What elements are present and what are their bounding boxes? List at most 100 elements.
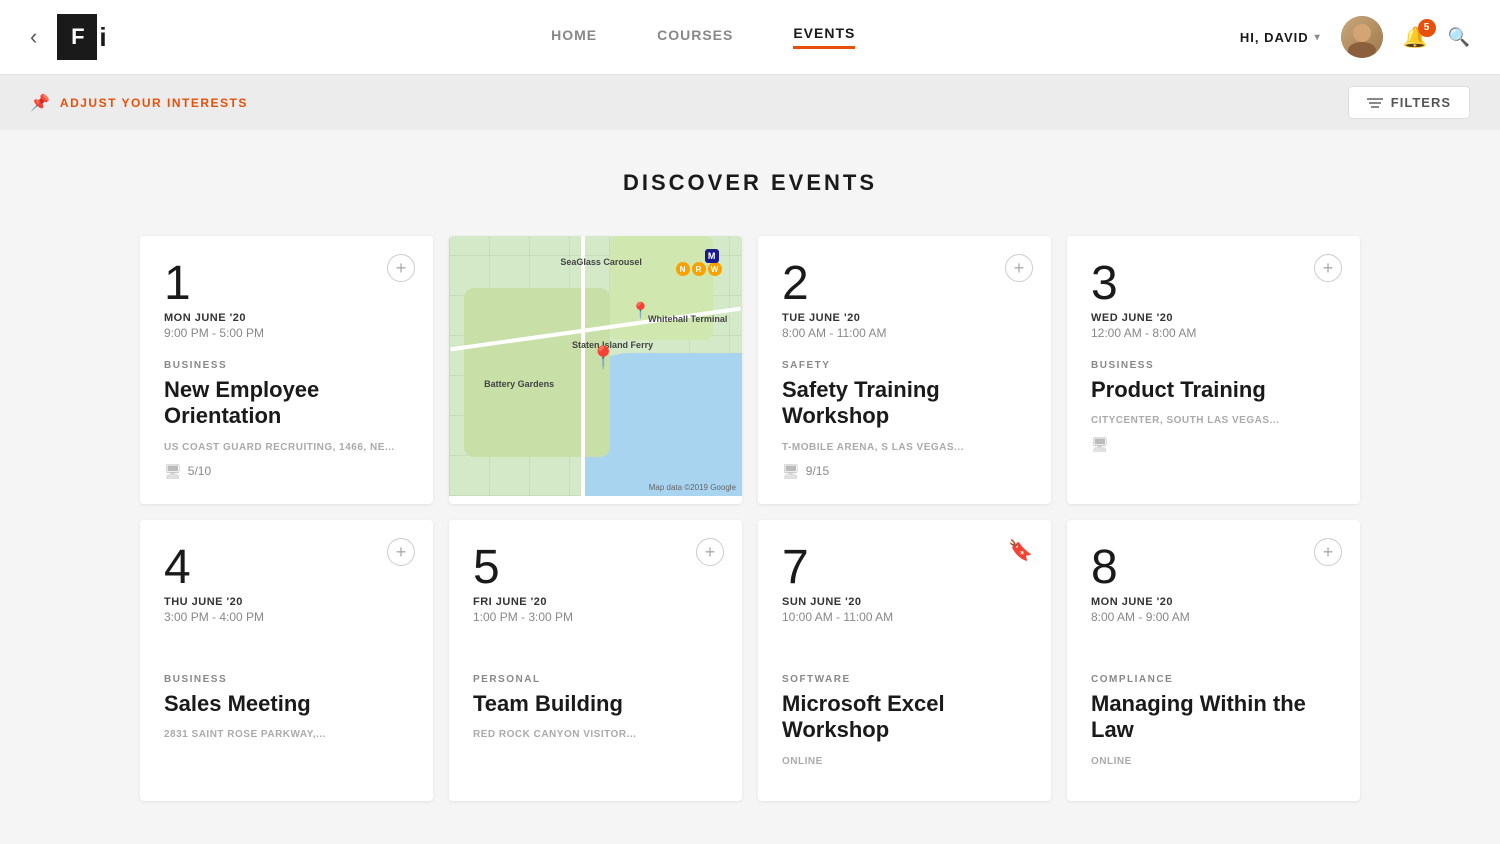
filters-button[interactable]: FILTERS xyxy=(1348,86,1470,119)
event-number-2: 2 xyxy=(782,260,1027,308)
event-location-1: US COAST GUARD RECRUITING, 1466, NE... xyxy=(164,442,409,453)
event-card-8[interactable]: + 8 MON JUNE '20 8:00 AM - 9:00 AM COMPL… xyxy=(1067,520,1360,801)
seats-icon-1: 🖥 xyxy=(164,463,182,480)
map-m-badge: M xyxy=(705,249,719,263)
notification-badge: 5 xyxy=(1418,19,1436,37)
event-number-4: 4 xyxy=(164,544,409,592)
event-category-3: BUSINESS xyxy=(1091,360,1336,371)
greeting-text: HI, DAVID xyxy=(1240,30,1309,45)
seats-icon-3: 🖥 xyxy=(1091,436,1109,453)
map-pin-blue: 📍 xyxy=(631,301,651,321)
map-label-carousel: SeaGlass Carousel xyxy=(560,257,642,267)
event-seats-3: 🖥 xyxy=(1091,436,1336,453)
event-title-5: Team Building xyxy=(473,691,718,717)
event-title-4: Sales Meeting xyxy=(164,691,409,717)
nav-events[interactable]: EVENTS xyxy=(793,25,855,49)
event-card-5[interactable]: + 5 FRI JUNE '20 1:00 PM - 3:00 PM PERSO… xyxy=(449,520,742,801)
header-right: HI, DAVID ▾ 🔔 5 🔍 xyxy=(1240,16,1470,58)
add-button-4[interactable]: + xyxy=(387,538,415,566)
event-location-8: ONLINE xyxy=(1091,756,1336,767)
event-category-7: SOFTWARE xyxy=(782,674,1027,685)
filter-lines-icon xyxy=(1367,98,1383,108)
event-location-5: RED ROCK CANYON VISITOR... xyxy=(473,729,718,740)
event-time-4: 3:00 PM - 4:00 PM xyxy=(164,610,409,624)
bookmark-button-7[interactable]: 🔖 xyxy=(1008,538,1033,563)
event-category-8: COMPLIANCE xyxy=(1091,674,1336,685)
event-title-3: Product Training xyxy=(1091,377,1336,403)
pin-icon: 📌 xyxy=(30,93,50,113)
map-transport-badges: N R W xyxy=(676,262,722,276)
event-map-card[interactable]: SeaGlass Carousel Staten Island Ferry Ba… xyxy=(449,236,742,504)
add-button-3[interactable]: + xyxy=(1314,254,1342,282)
event-number-1: 1 xyxy=(164,260,409,308)
event-date-2: TUE JUNE '20 xyxy=(782,312,1027,324)
logo-icon: F xyxy=(57,14,97,60)
main-content: DISCOVER EVENTS + 1 MON JUNE '20 9:00 PM… xyxy=(0,130,1500,841)
event-card-4[interactable]: + 4 THU JUNE '20 3:00 PM - 4:00 PM BUSIN… xyxy=(140,520,433,801)
events-grid: + 1 MON JUNE '20 9:00 PM - 5:00 PM BUSIN… xyxy=(140,236,1360,801)
adjust-interests-button[interactable]: 📌 ADJUST YOUR INTERESTS xyxy=(30,93,248,113)
event-category-2: SAFETY xyxy=(782,360,1027,371)
add-button-5[interactable]: + xyxy=(696,538,724,566)
event-location-7: ONLINE xyxy=(782,756,1027,767)
seats-icon-2: 🖥 xyxy=(782,463,800,480)
event-seats-2: 🖥 9/15 xyxy=(782,463,1027,480)
event-time-2: 8:00 AM - 11:00 AM xyxy=(782,326,1027,340)
event-title-8: Managing Within the Law xyxy=(1091,691,1336,744)
event-title-1: New Employee Orientation xyxy=(164,377,409,430)
search-icon[interactable]: 🔍 xyxy=(1448,27,1470,48)
avatar[interactable] xyxy=(1341,16,1383,58)
map-road-2 xyxy=(581,236,585,496)
event-time-5: 1:00 PM - 3:00 PM xyxy=(473,610,718,624)
event-time-7: 10:00 AM - 11:00 AM xyxy=(782,610,1027,624)
event-card-7[interactable]: 🔖 7 SUN JUNE '20 10:00 AM - 11:00 AM SOF… xyxy=(758,520,1051,801)
map-land-1 xyxy=(464,288,611,457)
badge-w: W xyxy=(708,262,722,276)
main-nav: HOME COURSES EVENTS xyxy=(167,25,1240,49)
chevron-down-icon: ▾ xyxy=(1315,32,1321,43)
event-category-4: BUSINESS xyxy=(164,674,409,685)
map-embed: SeaGlass Carousel Staten Island Ferry Ba… xyxy=(449,236,742,496)
event-location-3: CITYCENTER, SOUTH LAS VEGAS... xyxy=(1091,415,1336,426)
event-location-4: 2831 SAINT ROSE PARKWAY,... xyxy=(164,729,409,740)
back-button[interactable]: ‹ xyxy=(30,24,37,50)
event-number-5: 5 xyxy=(473,544,718,592)
event-category-5: PERSONAL xyxy=(473,674,718,685)
event-title-2: Safety Training Workshop xyxy=(782,377,1027,430)
event-date-7: SUN JUNE '20 xyxy=(782,596,1027,608)
nav-home[interactable]: HOME xyxy=(551,27,597,48)
add-button-2[interactable]: + xyxy=(1005,254,1033,282)
logo-suffix: i xyxy=(99,22,106,53)
event-card-2[interactable]: + 2 TUE JUNE '20 8:00 AM - 11:00 AM SAFE… xyxy=(758,236,1051,504)
event-card-3[interactable]: + 3 WED JUNE '20 12:00 AM - 8:00 AM BUSI… xyxy=(1067,236,1360,504)
adjust-interests-label: ADJUST YOUR INTERESTS xyxy=(60,96,248,110)
event-date-4: THU JUNE '20 xyxy=(164,596,409,608)
filters-label: FILTERS xyxy=(1391,95,1451,110)
user-menu[interactable]: HI, DAVID ▾ xyxy=(1240,30,1321,45)
sub-header: 📌 ADJUST YOUR INTERESTS FILTERS xyxy=(0,75,1500,130)
notification-bell[interactable]: 🔔 5 xyxy=(1403,25,1428,50)
event-category-1: BUSINESS xyxy=(164,360,409,371)
event-seats-1: 🖥 5/10 xyxy=(164,463,409,480)
badge-r: R xyxy=(692,262,706,276)
event-number-3: 3 xyxy=(1091,260,1336,308)
logo: F i xyxy=(57,14,106,60)
seats-value-1: 5/10 xyxy=(188,464,211,478)
nav-courses[interactable]: COURSES xyxy=(657,27,733,48)
add-button-1[interactable]: + xyxy=(387,254,415,282)
header: ‹ F i HOME COURSES EVENTS HI, DAVID ▾ 🔔 … xyxy=(0,0,1500,75)
event-time-3: 12:00 AM - 8:00 AM xyxy=(1091,326,1336,340)
badge-n: N xyxy=(676,262,690,276)
event-date-1: MON JUNE '20 xyxy=(164,312,409,324)
avatar-face xyxy=(1341,16,1383,58)
event-location-2: T-MOBILE ARENA, S LAS VEGAS... xyxy=(782,442,1027,453)
event-title-7: Microsoft Excel Workshop xyxy=(782,691,1027,744)
map-label-whitehall: Whitehall Terminal xyxy=(648,314,727,324)
map-pin: 📍 xyxy=(590,345,617,371)
event-card-1[interactable]: + 1 MON JUNE '20 9:00 PM - 5:00 PM BUSIN… xyxy=(140,236,433,504)
add-button-8[interactable]: + xyxy=(1314,538,1342,566)
event-date-3: WED JUNE '20 xyxy=(1091,312,1336,324)
map-copyright: Map data ©2019 Google xyxy=(649,483,736,492)
event-date-5: FRI JUNE '20 xyxy=(473,596,718,608)
event-number-8: 8 xyxy=(1091,544,1336,592)
